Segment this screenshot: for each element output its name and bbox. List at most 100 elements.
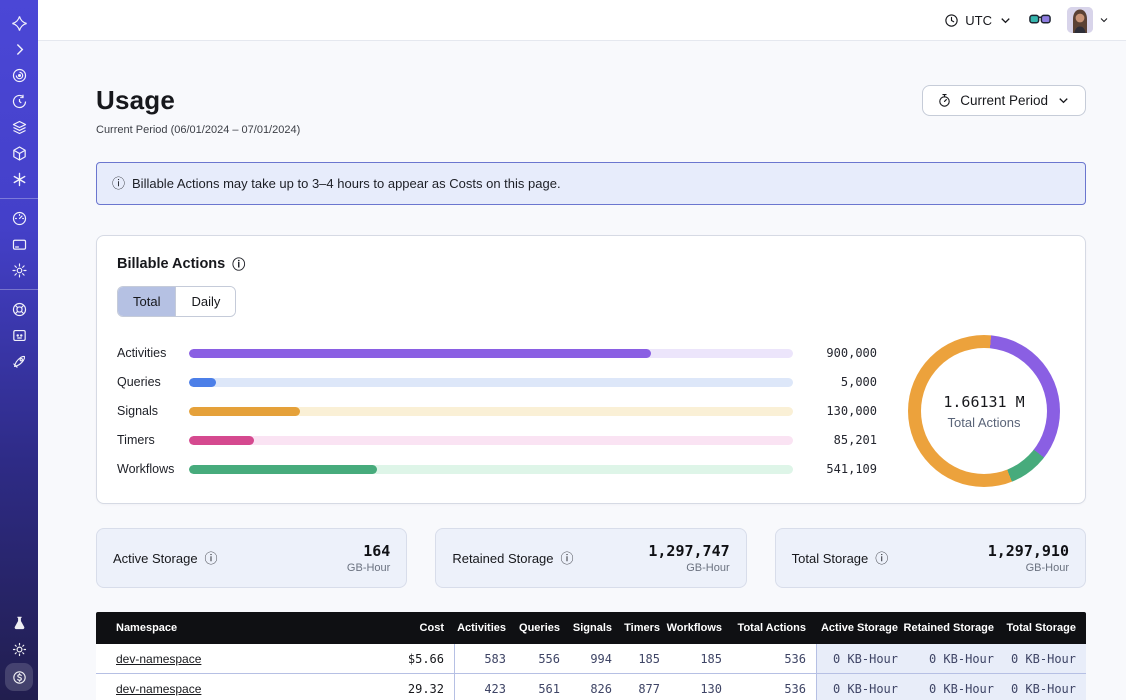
bar-row-queries: Queries5,000 bbox=[117, 368, 877, 397]
tab-daily[interactable]: Daily bbox=[175, 287, 235, 316]
asterisk-icon[interactable] bbox=[6, 167, 32, 191]
namespace-link[interactable]: dev-namespace bbox=[116, 652, 201, 666]
donut-total-value: 1.66131 M bbox=[943, 393, 1024, 411]
column-header-activities: Activities bbox=[454, 612, 516, 644]
donut-total-label: Total Actions bbox=[948, 415, 1021, 430]
tab-total[interactable]: Total bbox=[118, 287, 175, 316]
page-subtitle: Current Period (06/01/2024 – 07/01/2024) bbox=[96, 124, 300, 136]
billing-card-icon[interactable] bbox=[6, 232, 32, 256]
storage-card-label: Active Storage bbox=[113, 551, 198, 566]
flask-icon[interactable] bbox=[6, 611, 32, 635]
cell-retained-storage: 0 KB-Hour bbox=[908, 644, 1004, 673]
chevron-right-icon[interactable] bbox=[6, 37, 32, 61]
total-actions-donut-chart: 1.66131 M Total Actions bbox=[908, 335, 1060, 487]
storage-card-label: Retained Storage bbox=[452, 551, 553, 566]
info-icon[interactable]: ⓘ bbox=[205, 552, 218, 565]
bar-track bbox=[189, 349, 793, 358]
bar-row-timers: Timers 85,201 bbox=[117, 426, 877, 455]
info-banner: ⓘ Billable Actions may take up to 3–4 ho… bbox=[96, 162, 1086, 205]
info-icon: ⓘ bbox=[112, 177, 125, 190]
layers-icon[interactable] bbox=[6, 115, 32, 139]
temporal-logo-icon[interactable] bbox=[6, 11, 32, 35]
bar-label: Queries bbox=[117, 375, 189, 389]
main-content: Usage Current Period (06/01/2024 – 07/01… bbox=[38, 41, 1126, 700]
column-header-timers: Timers bbox=[622, 612, 670, 644]
bar-track bbox=[189, 407, 793, 416]
schedules-icon[interactable] bbox=[6, 89, 32, 113]
bar-value: 130,000 bbox=[793, 404, 877, 418]
storage-card-value: 164 bbox=[347, 542, 390, 560]
bar-fill bbox=[189, 349, 651, 358]
topbar: UTC bbox=[38, 0, 1126, 41]
glasses-icon bbox=[1029, 12, 1051, 28]
info-icon[interactable]: ⓘ bbox=[232, 258, 245, 271]
cell-total-actions: 536 bbox=[732, 674, 816, 700]
total-daily-tabs: TotalDaily bbox=[117, 286, 236, 317]
storage-summary-row: Active Storageⓘ164GB-HourRetained Storag… bbox=[96, 528, 1086, 588]
lifebuoy-icon[interactable] bbox=[6, 297, 32, 321]
table-header-row: NamespaceCostActivitiesQueriesSignalsTim… bbox=[96, 612, 1086, 644]
cell-cost: 29.32 bbox=[376, 674, 454, 700]
bar-track bbox=[189, 436, 793, 445]
bar-value: 85,201 bbox=[793, 433, 877, 447]
namespaces-icon[interactable] bbox=[6, 63, 32, 87]
billable-actions-bar-chart: Activities900,000Queries5,000 Signals 130,… bbox=[117, 339, 877, 484]
table-row: dev-namespace$5.665835569941851855360 KB… bbox=[96, 644, 1086, 674]
timezone-label: UTC bbox=[965, 13, 992, 28]
gauge-icon[interactable] bbox=[6, 206, 32, 230]
table-header: NamespaceCostActivitiesQueriesSignalsTim… bbox=[96, 612, 1086, 644]
rocket-icon[interactable] bbox=[6, 349, 32, 373]
cube-icon[interactable] bbox=[6, 141, 32, 165]
bar-label: Signals bbox=[117, 404, 189, 418]
info-icon[interactable]: ⓘ bbox=[875, 552, 888, 565]
cell-cost: $5.66 bbox=[376, 644, 454, 673]
storage-card-unit: GB-Hour bbox=[988, 562, 1069, 574]
bar-fill bbox=[189, 436, 254, 445]
chevron-down-icon bbox=[998, 13, 1013, 28]
bar-value: 541,109 bbox=[793, 462, 877, 476]
storage-card-label: Total Storage bbox=[792, 551, 869, 566]
table-body: dev-namespace$5.665835569941851855360 KB… bbox=[96, 644, 1086, 700]
sun-icon[interactable] bbox=[6, 637, 32, 661]
feedback-screen-icon[interactable] bbox=[6, 323, 32, 347]
column-header-workflows: Workflows bbox=[670, 612, 732, 644]
glasses-button[interactable] bbox=[1029, 12, 1051, 28]
bar-row-workflows: Workflows 541,109 bbox=[117, 455, 877, 484]
page-title: Usage bbox=[96, 85, 300, 116]
storage-card-unit: GB-Hour bbox=[648, 562, 729, 574]
timezone-selector[interactable]: UTC bbox=[944, 13, 1013, 28]
info-icon[interactable]: ⓘ bbox=[561, 552, 574, 565]
period-selector-button[interactable]: Current Period bbox=[922, 85, 1086, 116]
cell-activities: 423 bbox=[454, 674, 516, 700]
coin-dollar-icon[interactable] bbox=[5, 663, 33, 691]
cell-workflows: 185 bbox=[670, 644, 732, 673]
billable-actions-card: Billable Actions ⓘ TotalDaily Activities… bbox=[96, 235, 1086, 504]
active-storage-card: Active Storageⓘ164GB-Hour bbox=[96, 528, 407, 588]
sidebar-divider bbox=[0, 198, 38, 199]
info-banner-text: Billable Actions may take up to 3–4 hour… bbox=[132, 176, 561, 191]
column-header-total-storage: Total Storage bbox=[1004, 612, 1086, 644]
cell-total-actions: 536 bbox=[732, 644, 816, 673]
bar-row-signals: Signals 130,000 bbox=[117, 397, 877, 426]
cell-timers: 877 bbox=[622, 674, 670, 700]
namespace-usage-table: NamespaceCostActivitiesQueriesSignalsTim… bbox=[96, 612, 1086, 700]
cell-total-storage: 0 KB-Hour bbox=[1004, 644, 1086, 673]
bar-row-activities: Activities900,000 bbox=[117, 339, 877, 368]
namespace-link[interactable]: dev-namespace bbox=[116, 682, 201, 696]
user-menu[interactable] bbox=[1067, 7, 1110, 33]
bar-fill bbox=[189, 465, 377, 474]
bar-label: Activities bbox=[117, 346, 189, 360]
cell-queries: 556 bbox=[516, 644, 570, 673]
chevron-down-icon bbox=[1098, 14, 1110, 26]
bar-label: Timers bbox=[117, 433, 189, 447]
column-header-retained-storage: Retained Storage bbox=[908, 612, 1004, 644]
bar-track bbox=[189, 378, 793, 387]
bar-label: Workflows bbox=[117, 462, 189, 476]
storage-card-value: 1,297,747 bbox=[648, 542, 729, 560]
column-header-signals: Signals bbox=[570, 612, 622, 644]
retained-storage-card: Retained Storage ⓘ 1,297,747 GB-Hour bbox=[435, 528, 746, 588]
total-storage-card: Total Storageⓘ1,297,910GB-Hour bbox=[775, 528, 1086, 588]
cell-queries: 561 bbox=[516, 674, 570, 700]
gear-icon[interactable] bbox=[6, 258, 32, 282]
bar-fill bbox=[189, 407, 300, 416]
